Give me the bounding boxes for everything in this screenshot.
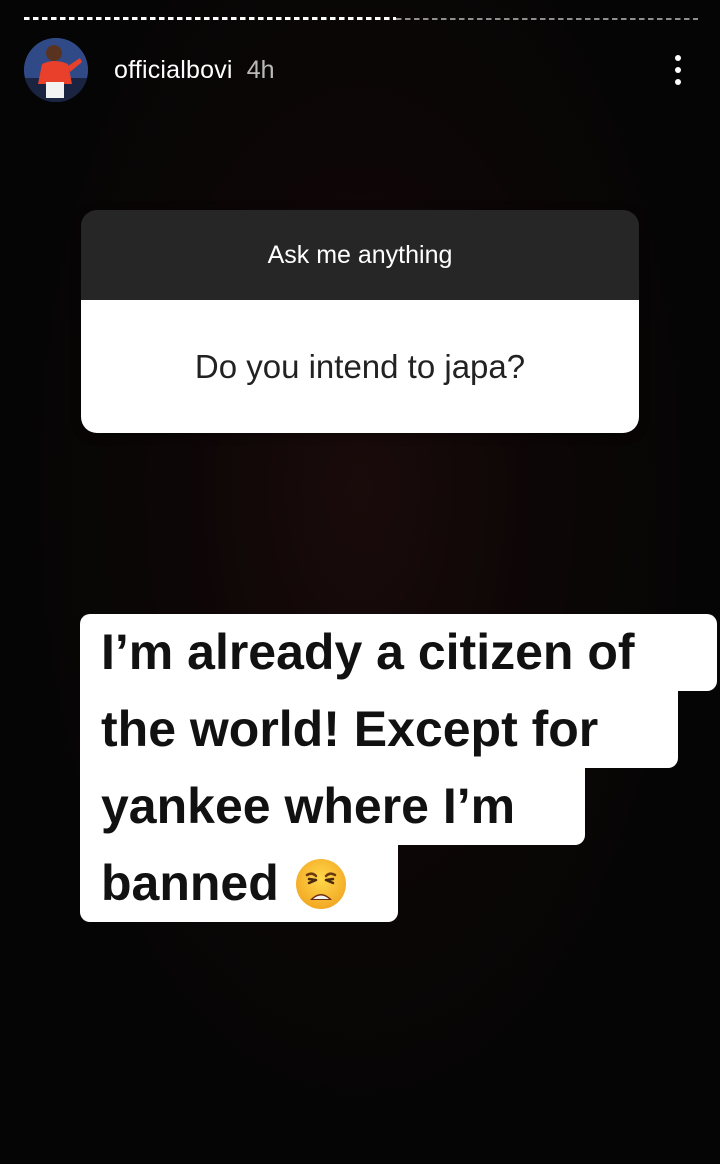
avatar-image — [24, 38, 88, 102]
answer-line-text: banned — [101, 855, 279, 911]
username[interactable]: officialbovi — [114, 56, 233, 85]
more-dot — [675, 79, 681, 85]
story-background — [0, 0, 720, 1164]
answer-line: yankee where I’m — [80, 768, 585, 845]
story-header: officialbovi 4h — [24, 38, 690, 102]
more-dot — [675, 55, 681, 61]
story-progress-bar — [24, 17, 698, 20]
question-sticker-question: Do you intend to japa? — [81, 300, 639, 433]
weary-face-emoji-icon — [295, 858, 346, 909]
progress-segment-viewed — [24, 17, 396, 20]
question-sticker-prompt: Ask me anything — [81, 210, 639, 300]
answer-line: I’m already a citizen of — [80, 614, 717, 691]
answer-line-last: banned — [80, 845, 398, 922]
more-dot — [675, 67, 681, 73]
more-vertical-icon[interactable] — [666, 50, 690, 90]
avatar[interactable] — [24, 38, 88, 102]
answer-line: the world! Except for — [80, 691, 678, 768]
progress-segment-upcoming — [396, 17, 698, 20]
answer-text: I’m already a citizen of the world! Exce… — [80, 614, 720, 922]
question-sticker[interactable]: Ask me anything Do you intend to japa? — [81, 210, 639, 433]
post-timestamp: 4h — [246, 55, 275, 84]
